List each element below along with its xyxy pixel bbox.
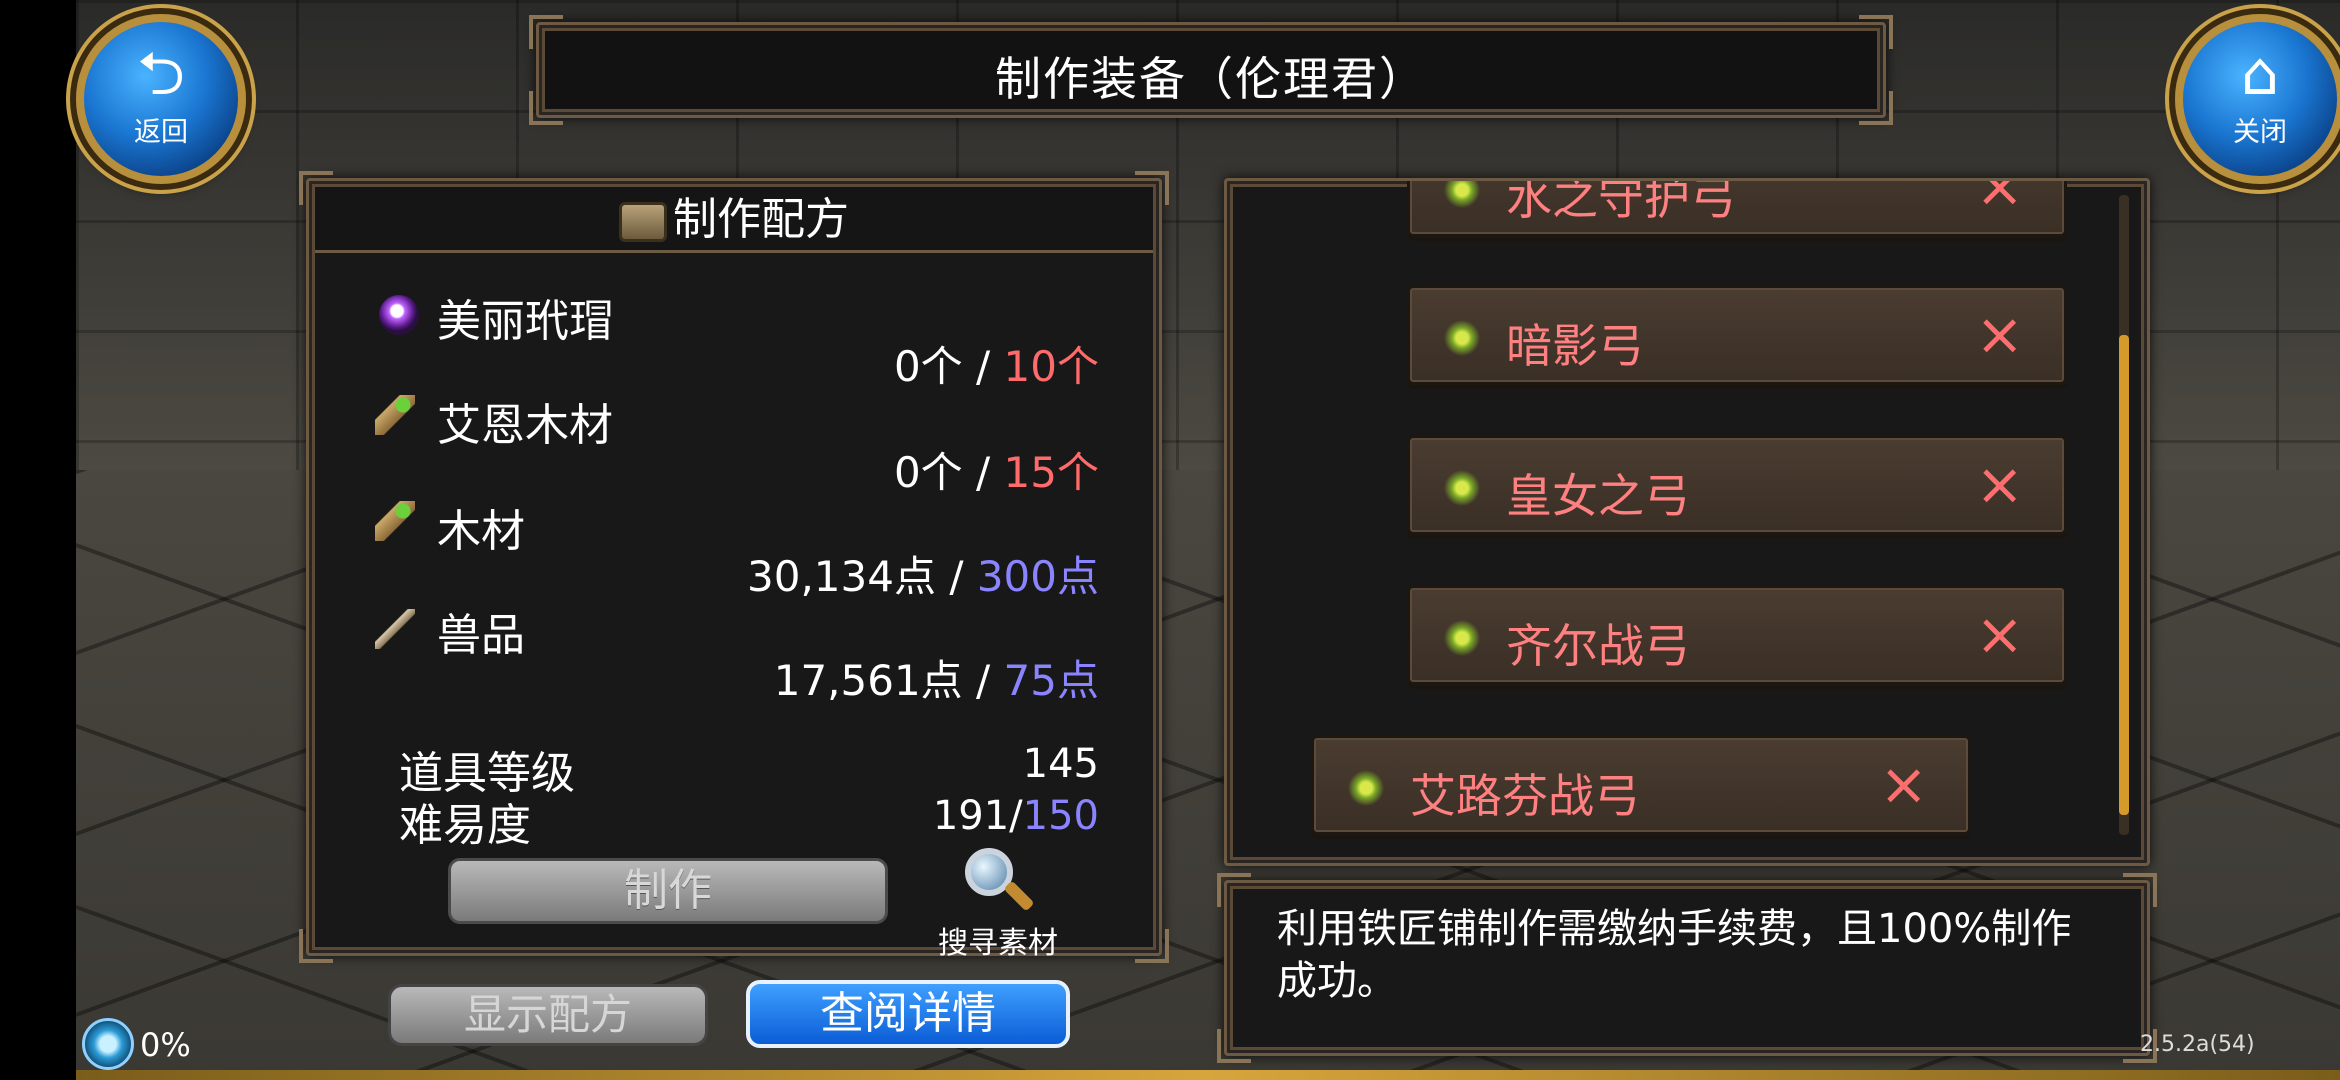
material-quantity: 30,134点 / 300点 <box>747 552 1099 601</box>
item-name: 齐尔战弓 <box>1506 619 1690 673</box>
make-button[interactable]: 制作 <box>448 858 888 924</box>
material-name: 艾恩木材 <box>437 400 613 451</box>
material-name: 美丽玳瑁 <box>437 296 613 347</box>
close-button[interactable]: ⌂ 关闭 <box>2175 14 2340 184</box>
material-name: 兽品 <box>437 610 525 661</box>
bow-icon <box>1440 316 1484 360</box>
item-name: 暗影弓 <box>1506 319 1644 373</box>
chest-icon <box>619 202 667 242</box>
back-button[interactable]: ⮌ 返回 <box>76 14 246 184</box>
bottom-border <box>76 1070 2340 1080</box>
equipment-list-panel[interactable]: 水之守护弓 × 暗影弓 × 皇女之弓 × 齐尔战弓 × 艾路芬战弓 × <box>1224 178 2150 866</box>
bow-icon <box>1440 466 1484 510</box>
progress-orb-icon <box>82 1018 134 1070</box>
info-panel: 利用铁匠铺制作需缴纳手续费，且100%制作成功。 <box>1217 873 2157 1063</box>
search-materials-label: 搜寻素材 <box>938 926 1058 961</box>
progress-percent: 0% <box>140 1026 191 1064</box>
list-item[interactable]: 暗影弓 × <box>1407 285 2067 385</box>
material-quantity: 0个 / 15个 <box>893 448 1099 497</box>
home-icon: ⌂ <box>2240 39 2280 109</box>
info-text: 利用铁匠铺制作需缴纳手续费，且100%制作成功。 <box>1277 906 2072 1004</box>
search-materials-button[interactable]: 搜寻素材 <box>928 846 1068 962</box>
wood-icon <box>375 395 415 435</box>
scrollbar-thumb[interactable] <box>2119 335 2129 815</box>
unavailable-icon: × <box>1975 178 2024 220</box>
bow-icon <box>1440 181 1484 212</box>
list-item-selected[interactable]: 艾路芬战弓 × <box>1311 735 1971 835</box>
list-item[interactable]: 皇女之弓 × <box>1407 435 2067 535</box>
unavailable-icon: × <box>1879 750 1928 818</box>
close-button-label: 关闭 <box>2233 117 2287 148</box>
item-name: 皇女之弓 <box>1506 469 1690 523</box>
material-quantity: 0个 / 10个 <box>893 342 1099 391</box>
difficulty-label: 难易度 <box>399 800 531 851</box>
title-bar: 制作装备（伦理君） <box>529 15 1893 125</box>
magnifier-icon <box>963 846 1035 916</box>
recipe-title: 制作配方 <box>673 194 849 245</box>
list-item[interactable]: 齐尔战弓 × <box>1407 585 2067 685</box>
fang-icon <box>375 609 415 649</box>
version-label: 2.5.2a(54) <box>2140 1032 2255 1057</box>
bow-icon <box>1344 766 1388 810</box>
show-recipe-button[interactable]: 显示配方 <box>388 984 708 1046</box>
view-details-button[interactable]: 查阅详情 <box>746 980 1070 1048</box>
item-level-value: 145 <box>1022 741 1099 787</box>
bow-icon <box>1440 616 1484 660</box>
unavailable-icon: × <box>1975 300 2024 368</box>
back-arrow-icon: ⮌ <box>136 39 186 109</box>
page-title: 制作装备（伦理君） <box>995 52 1427 106</box>
orb-icon <box>379 295 419 335</box>
material-name: 木材 <box>437 506 525 557</box>
unavailable-icon: × <box>1975 450 2024 518</box>
material-quantity: 17,561点 / 75点 <box>773 656 1099 705</box>
difficulty-value: 191/150 <box>932 793 1099 839</box>
back-button-label: 返回 <box>134 117 188 148</box>
recipe-panel: 制作配方 美丽玳瑁 0个 / 10个 艾恩木材 0个 / 15个 木材 30,1… <box>299 171 1169 963</box>
recipe-header: 制作配方 <box>315 187 1153 253</box>
list-item[interactable]: 水之守护弓 × <box>1407 178 2067 237</box>
left-letterbox <box>0 0 76 1080</box>
unavailable-icon: × <box>1975 600 2024 668</box>
list-scrollbar[interactable] <box>2119 195 2129 835</box>
item-name: 艾路芬战弓 <box>1410 769 1640 823</box>
item-name: 水之守护弓 <box>1506 178 1736 225</box>
wood-icon <box>375 501 415 541</box>
